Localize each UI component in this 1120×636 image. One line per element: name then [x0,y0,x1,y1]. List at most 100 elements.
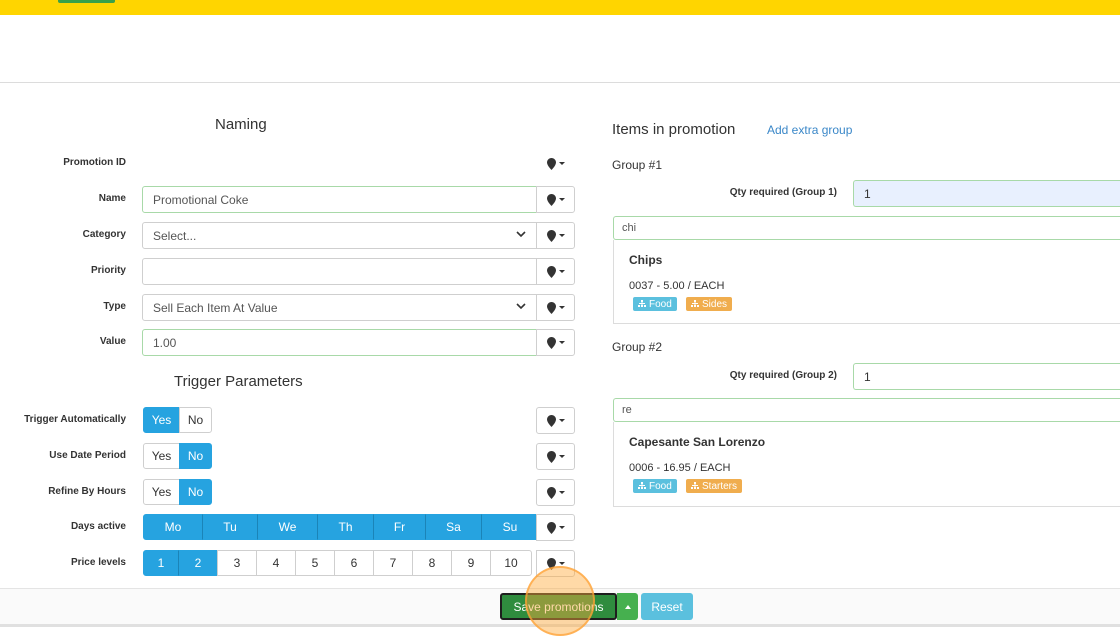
top-bar-tab[interactable] [58,0,115,3]
caret-down-icon [558,306,565,309]
refine-by-hours-yes[interactable]: Yes [143,479,180,505]
group-1-result-name[interactable]: Chips [629,253,662,267]
trigger-automatically-no[interactable]: No [179,407,212,433]
priority-pin-button[interactable] [536,258,575,285]
price-level-7[interactable]: 7 [373,550,413,576]
price-level-10[interactable]: 10 [490,550,532,576]
type-pin-button[interactable] [536,294,575,321]
use-date-period-no[interactable]: No [179,443,212,469]
price-level-3[interactable]: 3 [217,550,257,576]
naming-title: Naming [215,116,267,133]
price-level-8[interactable]: 8 [412,550,452,576]
group-1-search-input[interactable]: chi [613,216,1120,240]
group-2-label: Group #2 [612,340,663,354]
trigger-automatically-toggle: Yes No [143,407,212,433]
value-pin-button[interactable] [536,329,575,356]
group-2-search-input[interactable]: re [613,398,1120,422]
trigger-automatically-pin-button[interactable] [536,407,575,434]
type-select[interactable]: Sell Each Item At Value [142,294,537,321]
caret-down-icon [558,455,565,458]
price-levels-group: 1 2 3 4 5 6 7 8 9 10 [143,550,532,576]
days-active-label: Days active [70,521,126,532]
map-pin-icon [546,414,556,427]
refine-by-hours-pin-button[interactable] [536,479,575,506]
price-levels-pin-button[interactable] [536,550,575,577]
trigger-automatically-yes[interactable]: Yes [143,407,180,433]
top-bar [0,0,1120,15]
group-2-result-name[interactable]: Capesante San Lorenzo [629,435,765,449]
tag-label: Starters [702,480,738,492]
promotion-id-pin-button[interactable] [536,150,575,177]
day-tu[interactable]: Tu [202,514,258,540]
sitemap-icon [691,482,699,489]
use-date-period-pin-button[interactable] [536,443,575,470]
price-levels-label: Price levels [70,557,126,568]
refine-by-hours-no[interactable]: No [179,479,212,505]
category-label: Category [82,229,126,240]
name-pin-button[interactable] [536,186,575,213]
day-th[interactable]: Th [317,514,374,540]
category-selected-value: Select... [153,228,197,243]
days-active-group: Mo Tu We Th Fr Sa Su [143,514,539,540]
map-pin-icon [546,450,556,463]
name-input[interactable]: Promotional Coke [142,186,537,213]
sitemap-icon [638,482,646,489]
group-1-label: Group #1 [612,158,663,172]
map-pin-icon [546,486,556,499]
reset-button[interactable]: Reset [641,593,693,620]
add-extra-group-link[interactable]: Add extra group [767,123,852,137]
caret-up-icon [624,604,631,609]
priority-label: Priority [90,265,126,276]
caret-down-icon [558,162,565,165]
group-1-result-meta: 0037 - 5.00 / EACH [629,280,725,292]
priority-input[interactable] [142,258,537,285]
map-pin-icon [546,193,556,206]
save-options-dropdown-button[interactable] [617,593,638,620]
day-su[interactable]: Su [481,514,539,540]
day-sa[interactable]: Sa [425,514,482,540]
group-1-qty-label: Qty required (Group 1) [729,187,837,198]
tag-label: Food [649,480,672,492]
refine-by-hours-toggle: Yes No [143,479,212,505]
promotion-id-label: Promotion ID [63,157,126,168]
save-promotions-button[interactable]: Save promotions [500,593,617,620]
price-level-4[interactable]: 4 [256,550,296,576]
day-fr[interactable]: Fr [373,514,426,540]
use-date-period-yes[interactable]: Yes [143,443,180,469]
trigger-parameters-title: Trigger Parameters [174,373,303,390]
day-mo[interactable]: Mo [143,514,203,540]
page-header [0,15,1120,83]
items-in-promotion-title: Items in promotion [612,121,736,138]
group-2-qty-input[interactable]: 1 [853,363,1120,390]
map-pin-icon [546,229,556,242]
group-2-tag-food: Food [633,479,677,493]
refine-by-hours-label: Refine By Hours [48,486,126,497]
caret-down-icon [558,234,565,237]
value-input[interactable]: 1.00 [142,329,537,356]
category-select[interactable]: Select... [142,222,537,249]
group-2-tag-starters: Starters [686,479,743,493]
price-level-1[interactable]: 1 [143,550,179,576]
days-active-pin-button[interactable] [536,514,575,541]
price-level-2[interactable]: 2 [178,550,218,576]
price-level-5[interactable]: 5 [295,550,335,576]
map-pin-icon [546,336,556,349]
sitemap-icon [691,300,699,307]
name-label: Name [98,193,126,204]
group-2-result-meta: 0006 - 16.95 / EACH [629,462,731,474]
price-level-9[interactable]: 9 [451,550,491,576]
map-pin-icon [546,157,556,170]
caret-down-icon [558,562,565,565]
tag-label: Sides [702,298,728,310]
caret-down-icon [558,198,565,201]
group-1-qty-input[interactable]: 1 [853,180,1120,207]
day-we[interactable]: We [257,514,318,540]
category-pin-button[interactable] [536,222,575,249]
use-date-period-label: Use Date Period [49,450,126,461]
tag-label: Food [649,298,672,310]
caret-down-icon [558,341,565,344]
use-date-period-toggle: Yes No [143,443,212,469]
group-1-tag-sides: Sides [686,297,733,311]
sitemap-icon [638,300,646,307]
price-level-6[interactable]: 6 [334,550,374,576]
